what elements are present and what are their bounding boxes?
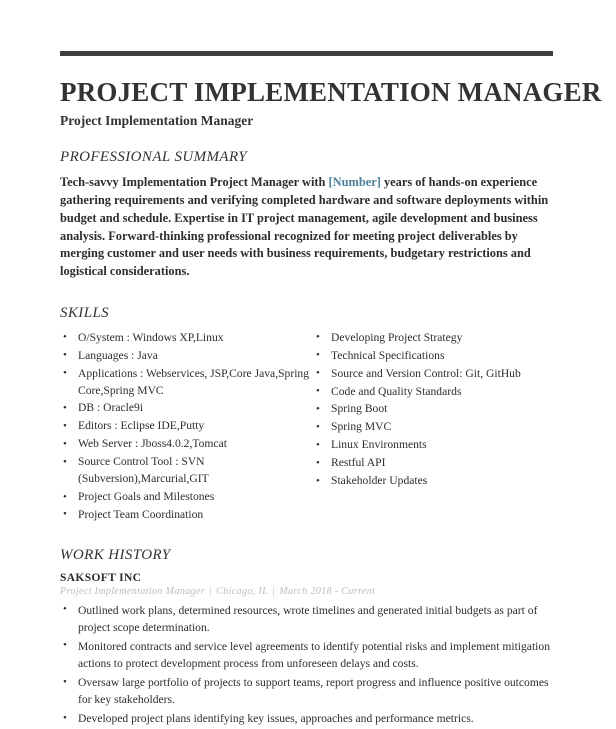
job-meta: Project Implementation Manager | Chicago, … xyxy=(60,586,556,597)
list-item: Project Team Coordination xyxy=(60,506,313,524)
list-item: Code and Quality Standards xyxy=(313,383,556,401)
list-item: Source Control Tool : SVN (Subversion),M… xyxy=(60,454,313,488)
list-item: Developed project plans identifying key … xyxy=(60,710,556,727)
skills-column-left: O/System : Windows XP,Linux Languages : … xyxy=(60,329,313,525)
summary-text-after: years of hands-on experience gathering r… xyxy=(60,175,549,279)
summary-text-before: Tech-savvy Implementation Project Manage… xyxy=(60,175,329,190)
job-responsibilities-list: Outlined work plans, determined resource… xyxy=(60,601,556,727)
list-item: Editors : Eclipse IDE,Putty xyxy=(60,418,313,435)
skills-columns: O/System : Windows XP,Linux Languages : … xyxy=(60,329,556,525)
section-heading-skills: SKILLS xyxy=(60,304,110,321)
list-item: Project Goals and Milestones xyxy=(60,489,313,506)
header-top-rule xyxy=(60,51,553,56)
skills-list-left: O/System : Windows XP,Linux Languages : … xyxy=(60,329,313,524)
job-role: Project Implementation Manager xyxy=(60,585,205,597)
skills-list-right: Developing Project Strategy Technical Sp… xyxy=(313,329,556,490)
list-item: Technical Specifications xyxy=(313,347,556,365)
job-meta-separator: | xyxy=(209,585,213,597)
skills-column-right: Developing Project Strategy Technical Sp… xyxy=(313,329,556,525)
list-item: Linux Environments xyxy=(313,437,556,454)
list-item: DB : Oracle9i xyxy=(60,400,313,417)
list-item: Web Server : Jboss4.0.2,Tomcat xyxy=(60,436,313,453)
list-item: Stakeholder Updates xyxy=(313,473,556,490)
list-item: Restful API xyxy=(313,455,556,472)
section-skills: SKILLS O/System : Windows XP,Linux Langu… xyxy=(60,305,556,525)
summary-placeholder-token: [Number] xyxy=(328,175,381,190)
section-work-history: WORK HISTORY SAKSOFT INC Project Impleme… xyxy=(60,547,556,727)
job-location: Chicago, IL xyxy=(216,585,269,597)
list-item: Applications : Webservices, JSP,Core Jav… xyxy=(60,365,313,400)
list-item: Spring Boot xyxy=(313,401,556,418)
page-title: PROJECT IMPLEMENTATION MANAGER xyxy=(60,77,602,107)
list-item: Outlined work plans, determined resource… xyxy=(60,601,556,636)
summary-paragraph: Tech-savvy Implementation Project Manage… xyxy=(60,174,556,280)
list-item: Developing Project Strategy xyxy=(313,329,556,347)
list-item: Monitored contracts and service level ag… xyxy=(60,637,556,672)
list-item: O/System : Windows XP,Linux xyxy=(60,329,313,347)
list-item: Oversaw large portfolio of projects to s… xyxy=(60,674,556,708)
company-name: SAKSOFT INC xyxy=(60,571,142,584)
resume-page: PROJECT IMPLEMENTATION MANAGER Project I… xyxy=(0,0,616,726)
job-dates: March 2018 - Current xyxy=(279,585,376,597)
resume-content: PROJECT IMPLEMENTATION MANAGER Project I… xyxy=(60,77,602,729)
list-item: Languages : Java xyxy=(60,347,313,365)
job-meta-separator: | xyxy=(272,585,276,597)
section-heading-summary: PROFESSIONAL SUMMARY xyxy=(60,149,248,166)
work-history-entry: SAKSOFT INC Project Implementation Manag… xyxy=(60,572,556,727)
section-heading-work-history: WORK HISTORY xyxy=(60,546,171,563)
list-item: Source and Version Control: Git, GitHub xyxy=(313,365,556,383)
page-subtitle: Project Implementation Manager xyxy=(60,113,254,129)
list-item: Spring MVC xyxy=(313,419,556,436)
section-professional-summary: PROFESSIONAL SUMMARY Tech-savvy Implemen… xyxy=(60,149,556,280)
